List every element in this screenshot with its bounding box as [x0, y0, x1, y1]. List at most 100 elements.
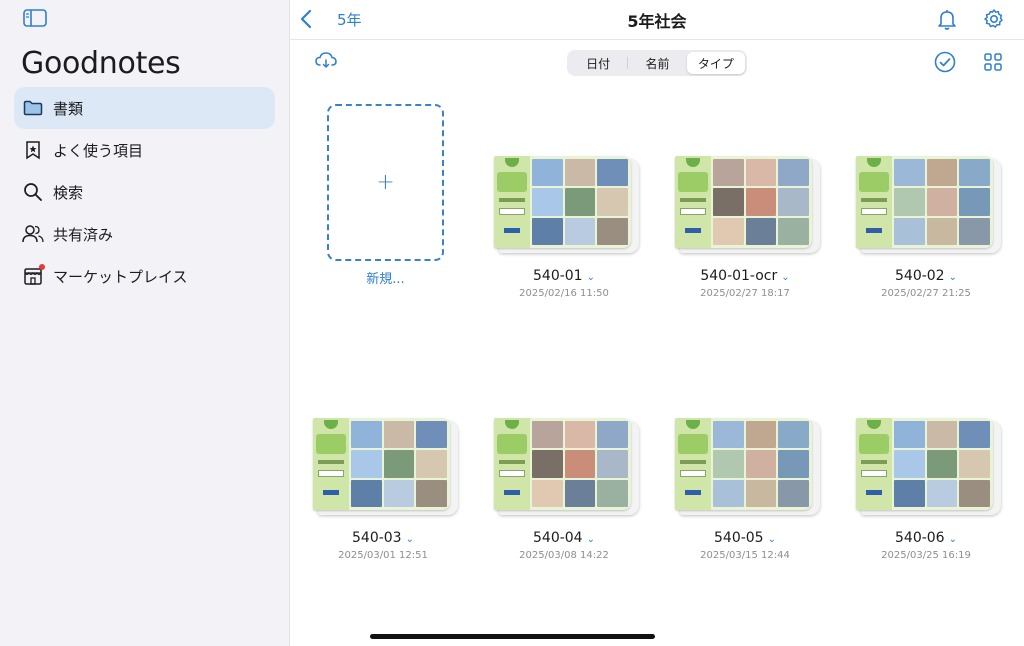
document-thumbnail[interactable]: [494, 418, 639, 515]
sidebar-item-marketplace[interactable]: マーケットプレイス: [14, 255, 275, 297]
thumbnail-photo: [597, 217, 628, 245]
thumbnail-photo: [564, 479, 596, 507]
document-thumbnail[interactable]: [856, 418, 1001, 515]
document-date: 2025/02/16 11:50: [519, 288, 609, 299]
document-title: 540-06: [895, 530, 945, 546]
thumbnail-photo: [383, 450, 415, 478]
thumbnail-photo: [778, 479, 809, 507]
cover-panel: [313, 418, 349, 510]
thumbnail-photo: [745, 217, 777, 245]
cover-logo: [497, 172, 527, 192]
document-name[interactable]: 540-03 ⌄: [293, 530, 473, 546]
sidebar-item-documents[interactable]: 書類: [14, 87, 275, 129]
document-name[interactable]: 540-02 ⌄: [836, 268, 1016, 284]
chevron-down-icon[interactable]: ⌄: [768, 534, 776, 545]
sidebar-toggle-icon[interactable]: [23, 9, 47, 27]
cover-photo-grid: [532, 159, 628, 245]
document-name[interactable]: 540-06 ⌄: [836, 530, 1016, 546]
thumbnail-photo: [926, 479, 958, 507]
thumbnail-photo: [597, 159, 628, 187]
thumbnail-photo: [894, 159, 925, 187]
top-navigation-bar: 5年 5年社会: [290, 0, 1024, 40]
thumbnail-photo: [532, 217, 563, 245]
app-title: Goodnotes: [21, 46, 181, 81]
sidebar-item-search[interactable]: 検索: [14, 171, 275, 213]
sidebar-item-favorites[interactable]: よく使う項目: [14, 129, 275, 171]
thumbnail-photo: [416, 421, 447, 449]
thumbnail-photo: [959, 479, 990, 507]
sort-by-type[interactable]: タイプ: [686, 52, 745, 74]
bell-icon[interactable]: [935, 7, 959, 31]
document-thumbnail[interactable]: [313, 418, 458, 515]
thumbnail-photo: [416, 479, 447, 507]
cover-publisher-mark: [866, 490, 882, 495]
thumbnail-photo: [416, 450, 447, 478]
select-checkmark-icon[interactable]: [934, 51, 958, 75]
thumbnail-photo: [351, 479, 382, 507]
chevron-down-icon[interactable]: ⌄: [949, 534, 957, 545]
cover-page: [494, 156, 631, 248]
document-thumbnail[interactable]: [494, 156, 639, 253]
sort-segmented-control: 日付 名前 タイプ: [567, 50, 747, 76]
sidebar-item-label: よく使う項目: [53, 141, 144, 160]
document-name[interactable]: 540-04 ⌄: [474, 530, 654, 546]
grid-view-icon[interactable]: [984, 53, 1008, 77]
cover-field: [861, 208, 887, 215]
thumbnail-photo: [745, 479, 777, 507]
cover-page: [856, 418, 993, 510]
cover-page: [675, 418, 812, 510]
document-date: 2025/02/27 21:25: [881, 288, 971, 299]
thumbnail-photo: [926, 421, 958, 449]
document-name[interactable]: 540-01 ⌄: [474, 268, 654, 284]
cover-logo: [497, 434, 527, 454]
cover-badge: [686, 420, 700, 429]
new-document-button[interactable]: +: [327, 104, 444, 261]
thumbnail-photo: [894, 217, 925, 245]
chevron-down-icon[interactable]: ⌄: [781, 272, 789, 283]
cover-logo: [859, 434, 889, 454]
cover-badge: [867, 420, 881, 429]
notification-dot: [39, 264, 45, 270]
new-document-label[interactable]: 新規...: [327, 268, 444, 287]
thumbnail-photo: [564, 188, 596, 216]
cover-field: [318, 470, 344, 477]
thumbnail-photo: [959, 188, 990, 216]
chevron-down-icon[interactable]: ⌄: [949, 272, 957, 283]
thumbnail-photo: [532, 159, 563, 187]
cover-page: [675, 156, 812, 248]
document-name[interactable]: 540-01-ocr ⌄: [655, 268, 835, 284]
cover-page: [494, 418, 631, 510]
settings-gear-icon[interactable]: [982, 7, 1006, 31]
search-icon: [22, 181, 44, 203]
thumbnail-photo: [778, 421, 809, 449]
cover-photo-grid: [532, 421, 628, 507]
chevron-down-icon[interactable]: ⌄: [406, 534, 414, 545]
chevron-down-icon[interactable]: ⌄: [587, 534, 595, 545]
cover-publisher-mark: [323, 490, 339, 495]
cover-panel: [675, 418, 711, 510]
sort-by-name[interactable]: 名前: [628, 52, 686, 74]
thumbnail-photo: [564, 421, 596, 449]
thumbnail-photo: [713, 217, 744, 245]
document-thumbnail[interactable]: [675, 418, 820, 515]
document-name[interactable]: 540-05 ⌄: [655, 530, 835, 546]
cover-panel: [494, 418, 530, 510]
document-thumbnail[interactable]: [675, 156, 820, 253]
thumbnail-photo: [926, 188, 958, 216]
sidebar-nav: 書類 よく使う項目 検索 共有済み マーケットプレイス: [14, 87, 275, 297]
plus-icon: +: [376, 170, 395, 195]
cover-field: [680, 470, 706, 477]
chevron-down-icon[interactable]: ⌄: [587, 272, 595, 283]
thumbnail-photo: [713, 450, 744, 478]
document-title: 540-01-ocr: [700, 268, 778, 284]
cloud-sync-icon[interactable]: [314, 49, 338, 73]
thumbnail-photo: [926, 159, 958, 187]
cover-subtitle: [499, 198, 525, 202]
thumbnail-photo: [564, 217, 596, 245]
cover-subtitle: [318, 460, 344, 464]
sort-by-date[interactable]: 日付: [569, 52, 627, 74]
document-thumbnail[interactable]: [856, 156, 1001, 253]
sidebar-item-shared[interactable]: 共有済み: [14, 213, 275, 255]
cover-page: [856, 156, 993, 248]
cover-publisher-mark: [504, 490, 520, 495]
